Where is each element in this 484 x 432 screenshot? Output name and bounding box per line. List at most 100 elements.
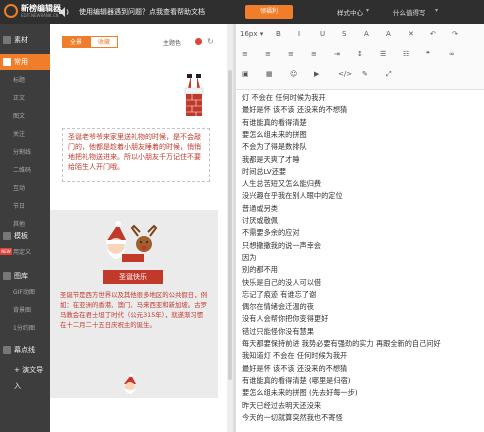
editor-line: 要怎么组未来的拼图 <box>242 129 307 139</box>
table-icon[interactable]: ▦ <box>266 70 273 78</box>
editor-line: 最好是怀 该不该 还没来的不想猜 <box>242 105 348 115</box>
nav-sub-images[interactable]: 1分约图 <box>0 322 50 336</box>
material-icon <box>3 36 11 44</box>
list-icon[interactable]: ☰ <box>380 50 386 58</box>
code-icon[interactable]: </> <box>338 70 352 78</box>
editor-line: 时间总LV还要 <box>242 166 287 176</box>
quote-icon[interactable]: ❝ <box>426 50 430 58</box>
line-height-icon[interactable]: ↕ <box>357 50 363 58</box>
align-right-icon[interactable]: ≡ <box>288 50 294 58</box>
nav-sub-qrcode[interactable]: 二维码 <box>0 164 50 178</box>
link-icon[interactable]: ∞ <box>449 50 455 58</box>
nav-sub-body[interactable]: 正文 <box>0 92 50 106</box>
editor-line: 我知道灯 不会在 任何时候为我开 <box>242 351 348 361</box>
editor-line: 灯 不会在 任何时候为我开 <box>242 93 326 102</box>
editor-line: 讨厌或敬佩 <box>242 216 278 225</box>
speaker-icon <box>59 7 69 17</box>
italic-icon[interactable]: I <box>298 30 300 38</box>
nav-sub-holiday[interactable]: 节日 <box>0 200 50 214</box>
editor-line: 错过只能怪你没有慧果 <box>242 326 314 336</box>
ordered-list-icon[interactable]: ☷ <box>403 50 409 58</box>
justify-icon[interactable]: ≡ <box>311 50 317 58</box>
scrollbar-thumb[interactable] <box>228 70 232 380</box>
nav-item-gallery[interactable]: 图库 <box>0 268 50 284</box>
chevron-down-icon: ▾ <box>435 7 439 14</box>
left-nav: 素材 常用 标题 正文 图文 关注 分割线 二维码 互动 节日 其他 NEW 模… <box>0 24 50 432</box>
theme-color-picker[interactable] <box>195 38 202 45</box>
editor-line: 今天的一切就算突然我也不寄怪 <box>242 412 343 422</box>
editor-line: 别的都不用 <box>242 265 278 275</box>
underline-icon[interactable]: U <box>320 30 325 38</box>
refresh-icon[interactable]: ↻ <box>207 37 214 46</box>
fullscreen-icon[interactable]: ⤢ <box>386 70 392 79</box>
tab-favorites[interactable]: 收藏 <box>90 36 118 48</box>
style-center-link[interactable]: 样式中心 <box>337 7 363 17</box>
nav-item-common[interactable]: 常用 <box>0 54 50 70</box>
editor-line: 不会为了得是数排队 <box>242 142 307 152</box>
bold-icon[interactable]: B <box>276 30 281 38</box>
editor-line: 快乐是自己的没人可以借 <box>242 277 322 287</box>
redo-icon[interactable]: ↷ <box>452 30 458 38</box>
nav-item-template[interactable]: 模板 <box>0 228 50 244</box>
editor-toolbar: 16px ▾ B I U S A A ✕ ↶ ↷ ≡ ≡ ≡ ≡ ⇥ ↕ ☰ ☷ ❝ ∞ ▣ ▦ ☺ ▶ </> ✎ ⤢ <box>236 24 484 90</box>
common-icon <box>3 58 11 66</box>
editor-line: 有谁能真的看得清楚 (哪里是归宿) <box>242 375 351 385</box>
santa-reindeer-image <box>106 221 158 262</box>
tab-all[interactable]: 全景 <box>62 36 90 48</box>
editor-line: 有谁能真的看得清楚 <box>242 117 307 127</box>
santa-chimney-image <box>184 74 204 116</box>
editor-line: 没有人会帮你把你变得更好 <box>242 314 329 324</box>
help-notice-link[interactable]: 使用编辑器遇到问题？点我查看帮助文档 <box>79 7 205 17</box>
chevron-down-icon: ▾ <box>366 7 370 14</box>
nav-sub-title[interactable]: 标题 <box>0 74 50 88</box>
indent-icon[interactable]: ⇥ <box>334 50 340 58</box>
highlight-icon[interactable]: A <box>386 30 391 38</box>
align-left-icon[interactable]: ≡ <box>242 50 248 58</box>
video-icon[interactable]: ▶ <box>314 70 319 78</box>
undo-icon[interactable]: ↶ <box>430 30 436 38</box>
template-card-text: 圣诞节是西方世界以及其他很多地区的公共假日，例如：在亚洲的香港、澳门、马来西亚和… <box>60 291 207 329</box>
editor-content[interactable]: 灯 不会在 任何时候为我开 最好是怀 该不该 还没来的不想猜 有谁能真的看得清楚 要怎… <box>236 90 484 432</box>
nav-sub-imagetext[interactable]: 图文 <box>0 110 50 124</box>
logo-icon <box>4 4 18 18</box>
emoji-icon[interactable]: ☺ <box>290 70 297 78</box>
font-size-select[interactable]: 16px ▾ <box>240 30 263 38</box>
nav-sub-follow[interactable]: 关注 <box>0 128 50 142</box>
editor-line: 最好是怀 该不该 还没来的不想猜 <box>242 363 348 373</box>
merry-christmas-badge: 圣诞快乐 <box>103 270 163 284</box>
nav-item-divider-line[interactable]: 幕点线 <box>0 342 50 358</box>
template-card[interactable]: 圣诞快乐 圣诞节是西方世界以及其他很多地区的公共假日，例如：在亚洲的香港、澳门、… <box>50 210 218 398</box>
logo[interactable]: 新榜编辑器 EDIT.NEWRANK.CN <box>4 3 61 21</box>
format-brush-icon[interactable]: ✎ <box>362 70 368 78</box>
nav-sub-background[interactable]: 背景图 <box>0 304 50 318</box>
editor-line: 只想撒撒我的说一声幸会 <box>242 240 322 250</box>
image-icon[interactable]: ▣ <box>242 70 249 78</box>
editor-line: 要怎么组未来的拼图 (先去好每一步) <box>242 388 358 398</box>
font-color-icon[interactable]: A <box>364 30 369 38</box>
nav-sub-interact[interactable]: 互动 <box>0 182 50 196</box>
align-center-icon[interactable]: ≡ <box>265 50 271 58</box>
theme-color-label: 主题色 <box>163 40 182 47</box>
gift-button[interactable]: 领福利 <box>245 5 293 19</box>
worth-writing-link[interactable]: 什么值得写 <box>393 7 426 17</box>
template-card[interactable]: 圣诞老爷爷来家里送礼物的时候，是不会敲门的，他都是趁着小朋友睡着的时候，悄悄地把… <box>50 64 218 202</box>
nav-item-material[interactable]: 素材 <box>0 32 50 48</box>
strikethrough-icon[interactable]: S <box>342 30 346 38</box>
line-icon <box>3 346 11 354</box>
nav-sub-divider[interactable]: 分割线 <box>0 146 50 160</box>
import-article-button[interactable]: + 演文导入 <box>0 362 50 390</box>
editor-line: 没兴趣在乎我在别人眼中的定位 <box>242 191 343 201</box>
logo-subtitle: EDIT.NEWRANK.CN <box>21 13 59 18</box>
nav-sub-custom[interactable]: 用定义 <box>0 246 50 260</box>
editor-line: 我都是天爽了才睡 <box>242 154 300 164</box>
top-bar: 新榜编辑器 EDIT.NEWRANK.CN 使用编辑器遇到问题？点我查看帮助文档… <box>0 0 484 24</box>
nav-sub-gif[interactable]: GIF动图 <box>0 286 50 300</box>
editor-line: 人生总苦短又怎么能归费 <box>242 179 322 189</box>
editor-line: 不需要多余的应对 <box>242 228 300 238</box>
editor-line: 昨天已经过去明天还没来 <box>242 400 322 410</box>
gallery-icon <box>3 272 11 280</box>
clear-format-icon[interactable]: ✕ <box>408 30 414 38</box>
template-panel: 全景 收藏 主题色 ↻ 圣诞老爷爷来家里送礼物的时候，是不会敲门的，他都是趁着小… <box>50 24 225 432</box>
santa-image[interactable] <box>120 374 142 396</box>
editor-line: 忘记了痕迹 有谁忘了谢 <box>242 289 317 299</box>
